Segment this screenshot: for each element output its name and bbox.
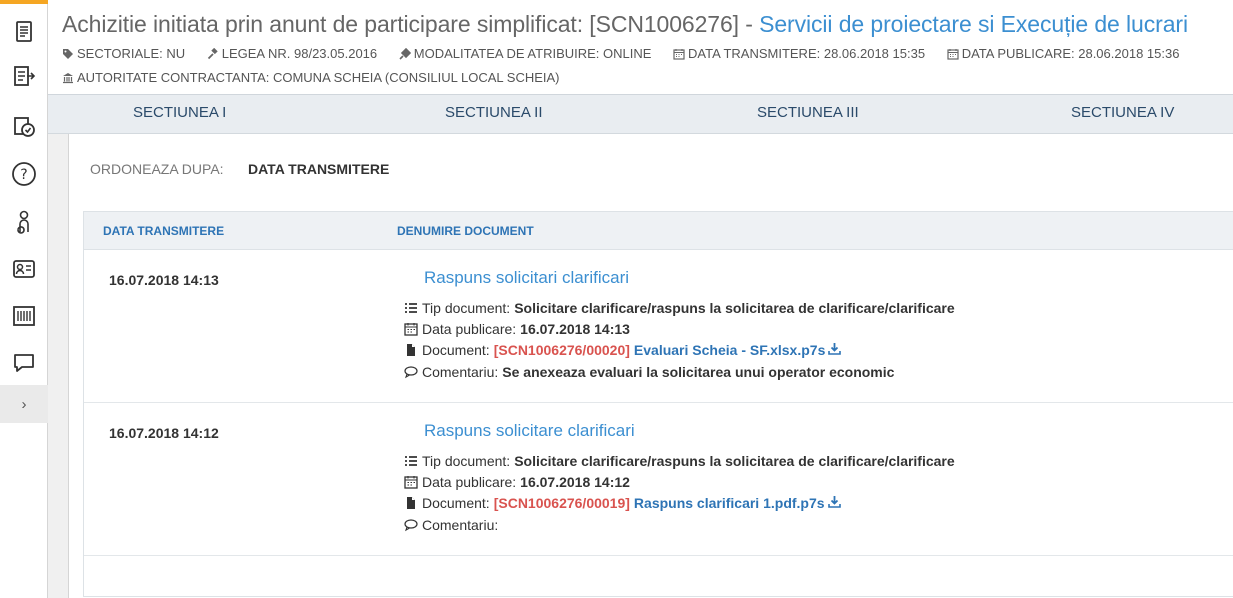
catalog-icon: [13, 306, 35, 326]
section-tabs: SECTIUNEA I SECTIUNEA II SECTIUNEA III S…: [48, 95, 1233, 134]
document-id: [SCN1006276/00020]: [493, 342, 630, 358]
table-row: 16.07.2018 14:13 Raspuns solicitari clar…: [84, 250, 1233, 403]
row-comentariu: Comentariu: Se anexeaza evaluari la solic…: [404, 364, 894, 380]
plug-icon: [399, 47, 411, 60]
procurement-header: Achizitie initiata prin anunt de partici…: [48, 0, 1233, 95]
row-document: Document: [SCN1006276/00020] Evaluari Sc…: [404, 342, 845, 358]
clipboard-check-icon: [14, 117, 35, 137]
meta-sectoriale: SECTORIALE: NU: [62, 46, 185, 61]
list-icon: [405, 303, 417, 313]
sidebar-expand-button[interactable]: ›: [0, 385, 48, 423]
table-header: DATA TRANSMITERE DENUMIRE DOCUMENT: [84, 212, 1233, 250]
calendar-icon: [404, 476, 418, 489]
meta-row-1: SECTORIALE: NU LEGEA NR. 98/23.05.2016 M…: [62, 46, 1197, 63]
gavel-icon: [207, 47, 218, 59]
row-tip-document: Tip document: Solicitare clarificare/rasp…: [404, 453, 955, 469]
sidebar-item-help[interactable]: ?: [0, 155, 48, 193]
sidebar-accent: [0, 0, 48, 4]
document-icon: [16, 21, 32, 42]
row-title-link[interactable]: Raspuns solicitari clarificari: [424, 268, 629, 288]
document-id: [SCN1006276/00019]: [493, 495, 630, 511]
tab-sectiunea-iii[interactable]: SECTIUNEA III: [757, 95, 859, 134]
comment-icon: [404, 519, 418, 532]
meta-data-transmitere: DATA TRANSMITERE: 28.06.2018 15:35: [673, 46, 925, 61]
svg-text:?: ?: [20, 167, 27, 183]
file-icon: [407, 344, 415, 356]
list-icon: [405, 456, 417, 466]
chevron-right-icon: ›: [21, 395, 27, 413]
document-download-link[interactable]: Evaluari Scheia - SF.xlsx.p7s: [634, 342, 825, 358]
sidebar-item-catalog[interactable]: [0, 297, 48, 335]
sidebar-item-documents[interactable]: [0, 13, 48, 51]
sidebar-item-users[interactable]: [0, 203, 48, 241]
page-title-link[interactable]: Servicii de proiectare si Execuție de lu…: [759, 11, 1188, 37]
calendar-icon: [947, 48, 959, 60]
row-comentariu: Comentariu:: [404, 517, 502, 533]
help-icon: ?: [12, 162, 36, 186]
download-icon[interactable]: [825, 495, 845, 511]
institution-icon: [63, 72, 73, 83]
sidebar-item-messages[interactable]: [0, 344, 48, 382]
row-data-publicare: Data publicare: 16.07.2018 14:12: [404, 474, 630, 490]
meta-autoritate: AUTORITATE CONTRACTANTA: COMUNA SCHEIA (…: [62, 70, 560, 85]
documents-table: DATA TRANSMITERE DENUMIRE DOCUMENT 16.07…: [83, 211, 1233, 597]
sidebar-item-approval[interactable]: [0, 107, 48, 145]
row-tip-document: Tip document: Solicitare clarificare/rasp…: [404, 300, 955, 316]
sidebar-item-contacts[interactable]: [0, 250, 48, 288]
page-title-prefix: Achizitie initiata prin anunt de partici…: [62, 11, 760, 37]
tab-sectiunea-ii[interactable]: SECTIUNEA II: [445, 95, 543, 134]
sort-label: ORDONEAZA DUPA:: [90, 161, 224, 177]
row-document: Document: [SCN1006276/00019] Raspuns cla…: [404, 495, 845, 511]
page-title: Achizitie initiata prin anunt de partici…: [62, 11, 1188, 38]
column-header-date[interactable]: DATA TRANSMITERE: [103, 224, 224, 238]
row-date: 16.07.2018 14:13: [109, 272, 219, 288]
comment-icon: [404, 366, 418, 379]
user-icon: [17, 210, 29, 234]
tab-sectiunea-i[interactable]: SECTIUNEA I: [133, 95, 226, 134]
meta-legea: LEGEA NR. 98/23.05.2016: [207, 46, 377, 61]
meta-row-2: AUTORITATE CONTRACTANTA: COMUNA SCHEIA (…: [62, 70, 578, 87]
calendar-icon: [673, 48, 685, 60]
table-row: 16.07.2018 14:12 Raspuns solicitare clar…: [84, 403, 1233, 556]
chat-icon: [14, 354, 34, 372]
sidebar-item-export[interactable]: [0, 57, 48, 95]
main-content: ORDONEAZA DUPA: DATA TRANSMITERE DATA TR…: [68, 134, 1233, 598]
export-list-icon: [14, 66, 36, 86]
sort-value[interactable]: DATA TRANSMITERE: [248, 161, 389, 177]
tag-icon: [63, 48, 73, 59]
file-icon: [407, 497, 415, 509]
row-date: 16.07.2018 14:12: [109, 425, 219, 441]
tab-sectiunea-iv[interactable]: SECTIUNEA IV: [1071, 95, 1174, 134]
download-icon[interactable]: [825, 342, 845, 358]
meta-modalitatea: MODALITATEA DE ATRIBUIRE: ONLINE: [399, 46, 651, 61]
sidebar: ? ›: [0, 0, 48, 598]
calendar-icon: [404, 323, 418, 336]
document-download-link[interactable]: Raspuns clarificari 1.pdf.p7s: [634, 495, 825, 511]
contact-card-icon: [13, 260, 35, 278]
column-header-name[interactable]: DENUMIRE DOCUMENT: [397, 224, 534, 238]
meta-data-publicare: DATA PUBLICARE: 28.06.2018 15:36: [947, 46, 1179, 61]
row-data-publicare: Data publicare: 16.07.2018 14:13: [404, 321, 630, 337]
row-title-link[interactable]: Raspuns solicitare clarificari: [424, 421, 635, 441]
